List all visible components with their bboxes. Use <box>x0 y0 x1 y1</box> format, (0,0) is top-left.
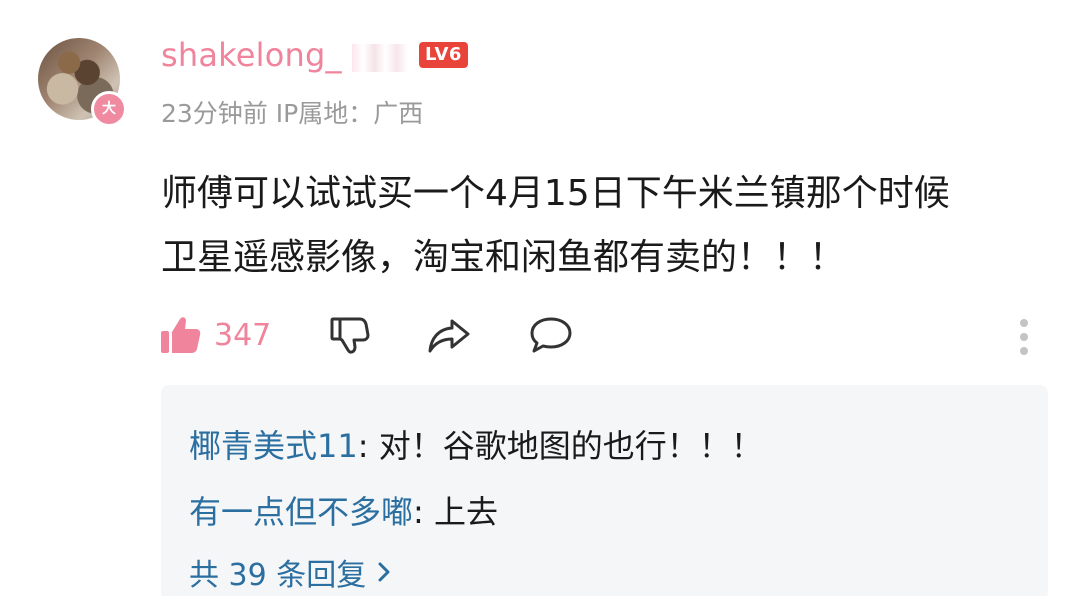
reply-item[interactable]: 有一点但不多嘟: 上去 <box>189 487 498 533</box>
comment-time: 23分钟前 <box>161 99 268 128</box>
chevron-right-icon <box>378 562 390 582</box>
username-redaction <box>352 44 408 72</box>
reply-separator: : <box>357 427 379 465</box>
view-more-replies-link[interactable]: 共 39 条回复 <box>189 550 396 594</box>
more-vertical-icon[interactable] <box>1014 318 1034 358</box>
share-icon <box>428 319 470 353</box>
like-count: 347 <box>214 317 272 353</box>
reply-text: 对！谷歌地图的也行！！！ <box>378 427 763 465</box>
thumbs-up-icon <box>161 317 201 353</box>
level-badge: LV6 <box>419 42 468 68</box>
dislike-button[interactable] <box>328 310 372 360</box>
reply-button[interactable] <box>528 310 574 360</box>
ip-location: IP属地：广西 <box>275 99 424 128</box>
reply-item[interactable]: 椰青美式11: 对！谷歌地图的也行！！！ <box>189 421 763 467</box>
comment-card: 大 shakelong_ LV6 23分钟前 IP属地：广西 师傅可以试试买一个… <box>0 0 1080 596</box>
reply-text: 上去 <box>433 493 498 531</box>
reply-username[interactable]: 有一点但不多嘟 <box>189 493 413 531</box>
comment-body: 师傅可以试试买一个4月15日下午米兰镇那个时候 卫星遥感影像，淘宝和闲鱼都有卖的… <box>161 162 1061 290</box>
thumbs-down-icon <box>330 317 370 354</box>
comment-text-line: 师傅可以试试买一个4月15日下午米兰镇那个时候 <box>161 173 950 214</box>
share-button[interactable] <box>426 310 472 360</box>
comment-meta: 23分钟前 IP属地：广西 <box>161 94 423 130</box>
comment-username[interactable]: shakelong_ <box>161 36 342 74</box>
more-replies-label: 共 39 条回复 <box>189 558 367 593</box>
chat-bubble-icon <box>530 317 572 353</box>
reply-separator: : <box>413 493 434 531</box>
avatar-badge: 大 <box>91 91 127 127</box>
comment-text-line: 卫星遥感影像，淘宝和闲鱼都有卖的！！！ <box>161 237 846 278</box>
like-button[interactable]: 347 <box>158 310 271 360</box>
replies-panel: 椰青美式11: 对！谷歌地图的也行！！！ 有一点但不多嘟: 上去 共 39 条回… <box>161 385 1048 596</box>
reply-username[interactable]: 椰青美式11 <box>189 427 358 465</box>
comment-actions: 347 <box>158 310 1058 360</box>
